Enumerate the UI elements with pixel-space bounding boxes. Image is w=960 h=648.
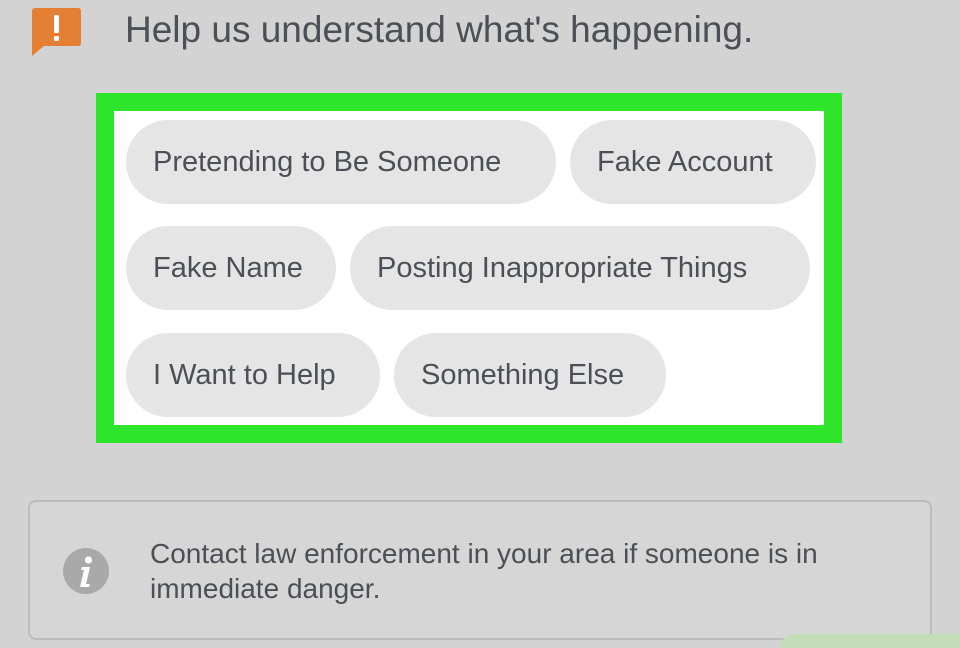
page-title: Help us understand what's happening. [125, 9, 754, 50]
info-icon [62, 547, 110, 595]
corner-accent [780, 634, 960, 648]
option-fake-name[interactable]: Fake Name [126, 226, 336, 310]
option-fake-account[interactable]: Fake Account [570, 120, 816, 204]
option-posting-inappropriate-things[interactable]: Posting Inappropriate Things [350, 226, 810, 310]
safety-notice: Contact law enforcement in your area if … [28, 500, 932, 640]
alert-icon [28, 6, 82, 56]
option-something-else[interactable]: Something Else [394, 333, 666, 417]
report-options-group: Pretending to Be Someone Fake Account Fa… [96, 93, 842, 443]
notice-text: Contact law enforcement in your area if … [150, 538, 818, 604]
option-pretending-to-be-someone[interactable]: Pretending to Be Someone [126, 120, 556, 204]
option-i-want-to-help[interactable]: I Want to Help [126, 333, 380, 417]
